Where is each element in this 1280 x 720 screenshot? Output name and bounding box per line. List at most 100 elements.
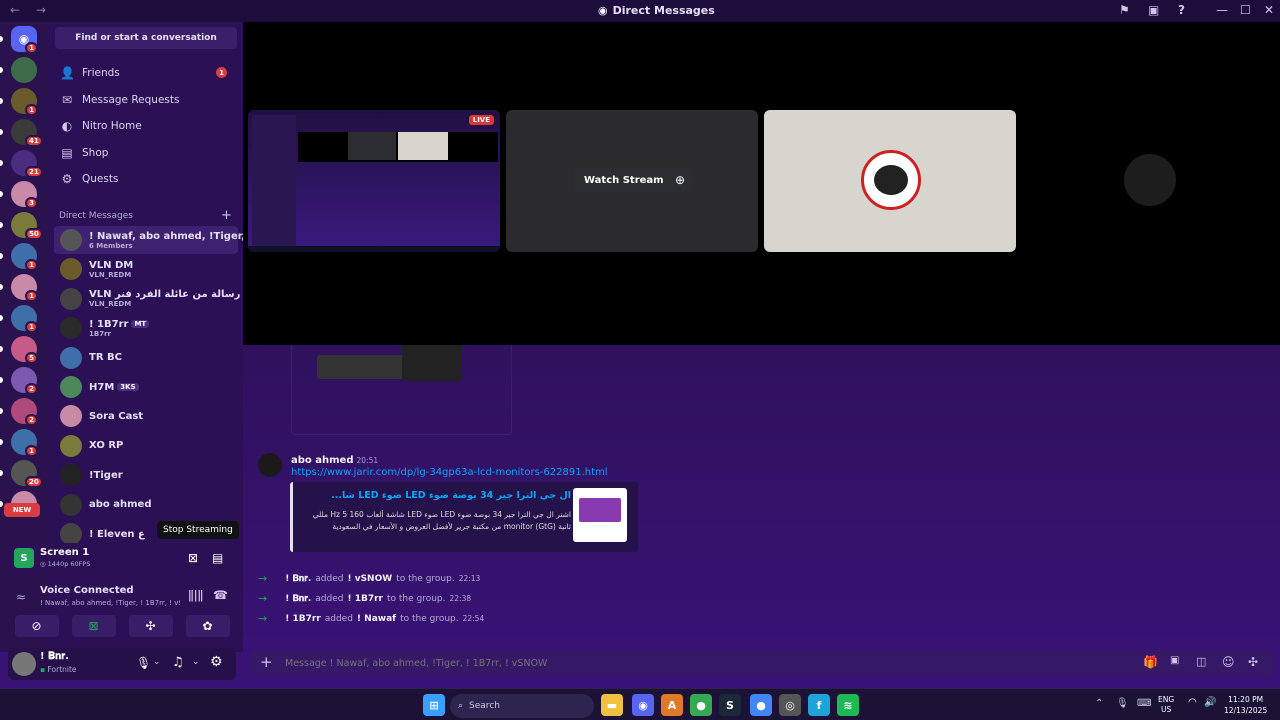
unread-pip — [0, 501, 3, 507]
dm-item[interactable]: VLN رسالة من عائلة الفرد فنر VLN_REDM — [54, 285, 240, 313]
participant-tile-2[interactable] — [1022, 110, 1274, 252]
dm-item[interactable]: Sora Cast — [54, 402, 238, 430]
camera-off-icon: ⊘ — [31, 619, 42, 633]
headphones-icon[interactable]: ♫ — [172, 655, 184, 670]
mention-badge: NEW — [4, 503, 40, 517]
inbox-icon[interactable]: ⚑ — [1119, 3, 1130, 17]
dm-subtitle: VLN_REDM — [89, 300, 132, 309]
taskbar-files-icon[interactable]: ▬ — [601, 694, 623, 716]
image-attachment[interactable] — [291, 345, 512, 435]
gift-icon[interactable]: 🎁 — [1143, 655, 1158, 669]
activities-button[interactable]: ✣ — [128, 615, 173, 637]
disconnect-icon[interactable]: ☎ — [213, 588, 228, 602]
message-link[interactable]: https://www.jarir.com/dp/lg-34gp63a-lcd-… — [291, 467, 608, 478]
chevron-down-icon[interactable]: ⌄ — [153, 657, 161, 667]
tray-chevron-icon[interactable]: ⌃ — [1095, 698, 1103, 709]
embed-description: اشتر ال جي الترا جير 34 بوصة ضوء LED ضوء… — [312, 510, 571, 519]
dm-item[interactable]: VLN DM VLN_REDM — [54, 255, 238, 283]
join-arrow-icon: → — [258, 572, 268, 585]
taskbar-app-c-icon[interactable]: f — [808, 694, 830, 716]
wifi-icon[interactable]: ◠ — [1188, 697, 1197, 708]
dm-name-text: ! Eleven ﻉ — [89, 528, 145, 540]
author-avatar[interactable] — [258, 453, 282, 477]
microphone-icon[interactable]: 🎙 — [136, 656, 151, 670]
stream-tile-watch[interactable]: Watch Stream ⊕ — [506, 110, 758, 252]
taskbar-app-b-icon[interactable]: ◎ — [779, 694, 801, 716]
dm-item[interactable]: H7M 3KS — [54, 373, 238, 401]
actor-name[interactable]: ! 𝐁𝐧𝐫. — [285, 574, 311, 584]
mic-tray-icon[interactable]: 🎙 — [1116, 698, 1129, 709]
share-screen-button[interactable]: ⊠ — [71, 615, 116, 637]
dm-item[interactable]: !Tiger — [54, 461, 238, 489]
dm-item[interactable]: abo ahmed — [54, 491, 238, 519]
nav-quests[interactable]: ⚙ Quests — [54, 167, 238, 191]
target-name[interactable]: ! Nawaf — [357, 614, 396, 624]
mention-badge: 5 — [25, 352, 38, 364]
nav-nitro[interactable]: ◐ Nitro Home — [54, 114, 238, 138]
dm-text: H7M 3KS — [89, 382, 139, 393]
dm-text: abo ahmed — [89, 499, 152, 510]
create-dm-button[interactable]: + — [221, 208, 232, 223]
clock[interactable]: 11:20 PM 12/13/2025 — [1224, 694, 1267, 716]
camera-off-button[interactable]: ⊘ — [14, 615, 59, 637]
emoji-icon[interactable]: ☺ — [1222, 655, 1235, 669]
target-name[interactable]: ! 1B7rr — [347, 594, 383, 604]
taskbar-chrome-2-icon[interactable]: ● — [750, 694, 772, 716]
help-icon[interactable]: ? — [1178, 3, 1185, 17]
dm-item[interactable]: ! 1B7rr MT 1B7rr — [54, 314, 238, 342]
nav-shop[interactable]: ▤ Shop — [54, 141, 238, 165]
dm-avatar — [60, 464, 82, 487]
unread-pip — [0, 470, 3, 476]
actor-name[interactable]: ! 𝐁𝐧𝐫. — [285, 594, 311, 604]
taskbar-start-icon[interactable]: ⊞ — [423, 694, 445, 716]
server-icon[interactable] — [11, 57, 37, 83]
dm-avatar — [60, 258, 82, 281]
stream-settings-icon[interactable]: ▤ — [212, 551, 223, 565]
message-input[interactable] — [285, 654, 1085, 672]
taskbar-chrome-icon[interactable]: ● — [690, 694, 712, 716]
chevron-down-icon[interactable]: ⌄ — [192, 657, 200, 667]
dm-item[interactable]: ! Nawaf, abo ahmed, !Tiger, ! ... 6 Membe… — [54, 226, 268, 254]
maximize-button[interactable]: ☐ — [1240, 3, 1251, 17]
target-name[interactable]: ! vSNOW — [347, 574, 392, 584]
back-forward-nav[interactable]: ← → — [10, 3, 52, 17]
watch-stream-button[interactable]: Watch Stream — [575, 168, 673, 192]
find-conversation-button[interactable]: Find or start a conversation — [55, 27, 237, 49]
stream-quality: ◎ 1440p 60FPS — [40, 560, 91, 568]
voice-channel-name[interactable]: ! Nawaf, abo ahmed, !Tiger, ! 1B7rr, ! v… — [40, 599, 180, 607]
stream-tile-own[interactable]: LIVE — [248, 110, 500, 252]
taskbar-discord-icon[interactable]: ◉ — [632, 694, 654, 716]
dm-name-text: VLN DM — [89, 259, 134, 271]
language-indicator[interactable]: ENG US — [1158, 695, 1174, 715]
dm-item[interactable]: TR BC — [54, 344, 238, 372]
dm-item[interactable]: XO RP — [54, 432, 238, 460]
soundboard-button[interactable]: ✿ — [185, 615, 230, 637]
user-avatar[interactable] — [12, 652, 36, 676]
zoom-stream-icon[interactable]: ⊕ — [668, 168, 692, 192]
voice-connected-label[interactable]: Voice Connected — [40, 585, 134, 596]
noise-suppression-icon[interactable]: ǁǀǁ — [188, 588, 203, 602]
taskbar-app-a-icon[interactable]: A — [661, 694, 683, 716]
settings-gear-icon[interactable]: ⚙ — [210, 654, 223, 670]
taskbar-spotify-icon[interactable]: ≋ — [837, 694, 859, 716]
author-name[interactable]: abo ahmed — [291, 455, 354, 466]
keyboard-tray-icon[interactable]: ⌨ — [1137, 698, 1151, 709]
volume-icon[interactable]: 🔊 — [1204, 697, 1216, 708]
taskbar-search[interactable]: ⌕ Search — [450, 694, 594, 718]
stop-streaming-icon[interactable]: ⊠ — [188, 551, 198, 565]
add-attachment-icon[interactable]: + — [260, 653, 273, 671]
monitor-icon[interactable]: ▣ — [1148, 3, 1159, 17]
gif-icon[interactable]: ▣ — [1170, 655, 1179, 666]
screen-share-icon: ⊠ — [88, 619, 99, 633]
apps-icon[interactable]: ✣ — [1248, 655, 1258, 669]
minimize-button[interactable]: — — [1216, 3, 1228, 17]
participant-tile[interactable] — [764, 110, 1016, 252]
nav-mail[interactable]: ✉ Message Requests — [54, 88, 238, 112]
embed-title[interactable]: ال جي الترا جير 34 بوصة ضوء LED ضوء LED … — [301, 490, 571, 501]
taskbar-steam-icon[interactable]: S — [719, 694, 741, 716]
close-button[interactable]: ✕ — [1264, 3, 1274, 17]
sticker-icon[interactable]: ◫ — [1196, 655, 1206, 668]
nav-friends[interactable]: 👤 Friends — [54, 61, 238, 85]
actor-name[interactable]: ! 1B7rr — [285, 614, 321, 624]
embed-thumbnail[interactable] — [573, 488, 627, 542]
